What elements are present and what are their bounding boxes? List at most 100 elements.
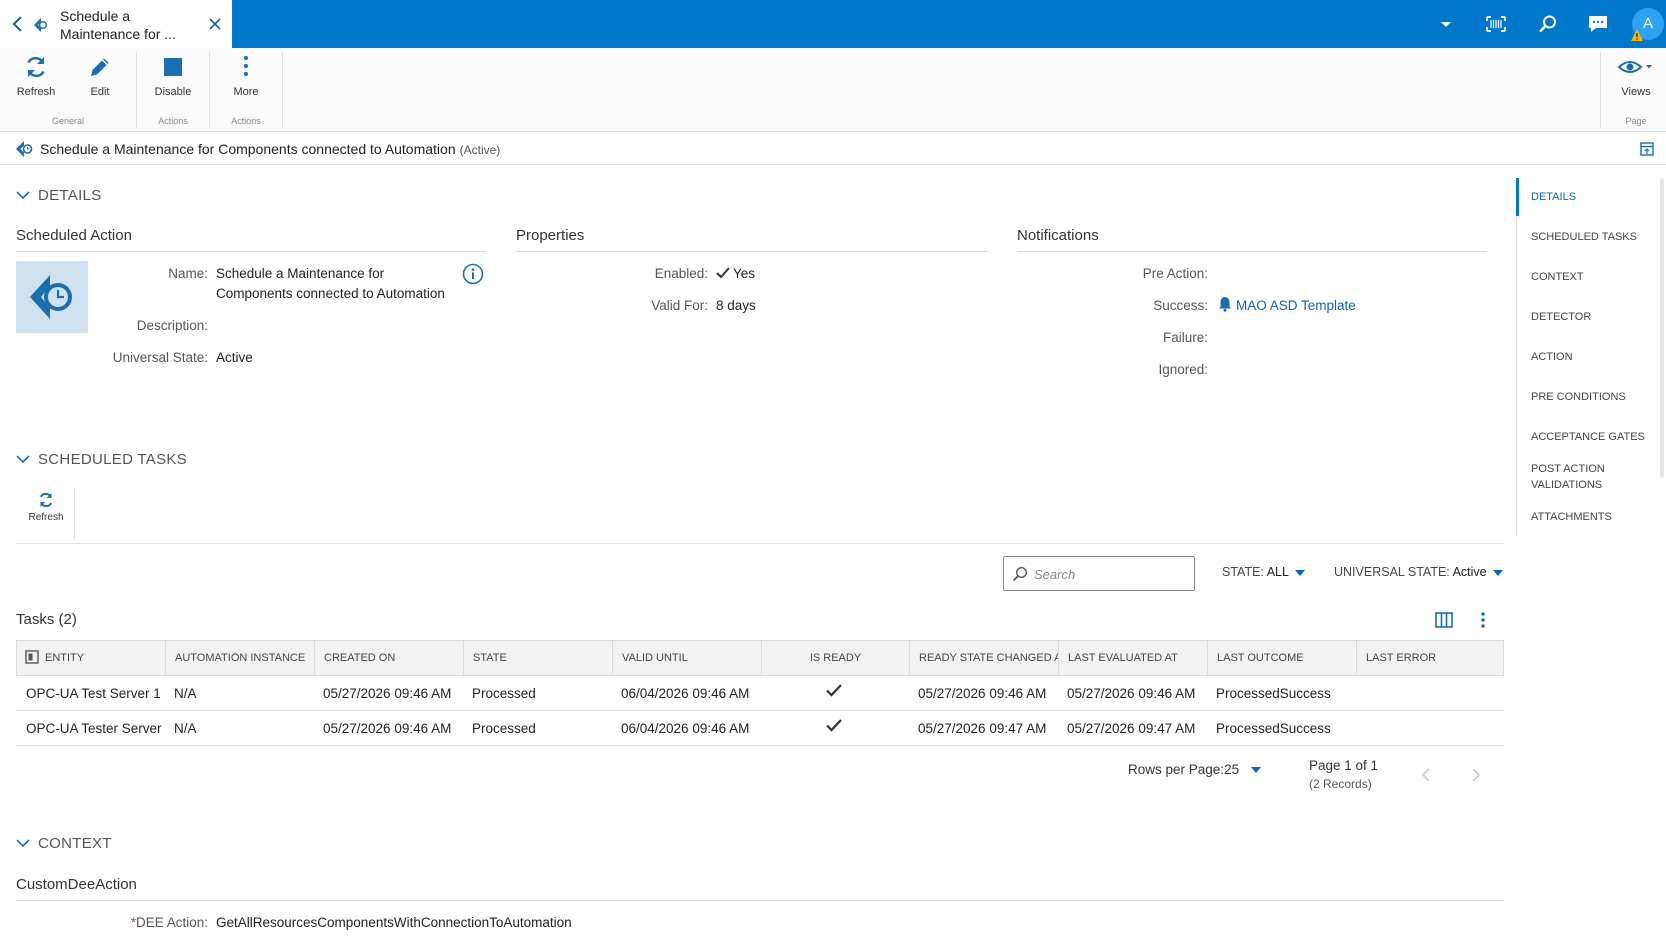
scheduled-action-icon xyxy=(30,275,72,319)
page-info: Page 1 of 1 (2 Records) xyxy=(1309,757,1378,793)
more-vertical-icon xyxy=(244,56,248,76)
divider xyxy=(1017,251,1487,252)
state-filter[interactable]: STATE: ALL xyxy=(1222,565,1305,579)
nav-item-acceptance-gates[interactable]: ACCEPTANCE GATES xyxy=(1531,429,1645,445)
rows-per-page-label: Rows per Page: xyxy=(1128,762,1225,777)
search-input[interactable] xyxy=(1034,563,1184,585)
ribbon-separator xyxy=(209,52,210,128)
section-navigation: DETAILS SCHEDULED TASKS CONTEXT DETECTOR… xyxy=(1516,178,1666,536)
column-header-state[interactable]: STATE xyxy=(463,641,612,675)
entity-thumbnail xyxy=(16,261,88,333)
last-outcome-cell: ProcessedSuccess xyxy=(1216,721,1331,736)
previous-page-icon[interactable] xyxy=(1420,768,1432,782)
info-icon[interactable] xyxy=(462,263,484,285)
table-row[interactable]: OPC-UA Tester Server N/A 05/27/2026 09:4… xyxy=(16,711,1504,746)
table-header: ENTITY AUTOMATION INSTANCE CREATED ON ST… xyxy=(16,640,1504,676)
close-icon[interactable] xyxy=(207,16,223,32)
name-value: Schedule a Maintenance for Components co… xyxy=(216,266,445,301)
chevron-left-icon[interactable] xyxy=(10,14,26,34)
scheduled-tasks-section-header[interactable]: SCHEDULED TASKS xyxy=(16,451,187,468)
column-header-created-on[interactable]: CREATED ON xyxy=(314,641,463,675)
column-header-last-error[interactable]: LAST ERROR xyxy=(1356,641,1503,675)
details-section-header[interactable]: DETAILS xyxy=(16,187,102,204)
nav-scrollbar[interactable] xyxy=(1660,178,1664,478)
chevron-down-icon xyxy=(16,191,30,200)
divider xyxy=(16,900,1504,901)
enabled-value: Yes xyxy=(716,264,755,284)
entity-header: Schedule a Maintenance for Components co… xyxy=(0,132,1666,165)
document-tab[interactable]: Schedule a Maintenance for ... xyxy=(0,0,232,48)
nav-item-details[interactable]: DETAILS xyxy=(1531,189,1576,205)
entity-link[interactable]: OPC-UA Test Server 1 xyxy=(16,676,161,711)
column-header-automation-instance[interactable]: AUTOMATION INSTANCE xyxy=(165,641,314,675)
rows-per-page-select[interactable]: Rows per Page:25 xyxy=(1128,762,1262,777)
nav-item-detector[interactable]: DETECTOR xyxy=(1531,309,1591,325)
nav-item-context[interactable]: CONTEXT xyxy=(1531,269,1584,285)
tasks-title: Tasks (2) xyxy=(16,611,77,628)
automation-instance-cell: N/A xyxy=(174,721,197,736)
edit-button[interactable]: Edit xyxy=(72,54,128,98)
dropdown-caret-icon[interactable] xyxy=(1434,12,1458,36)
details-section-label: DETAILS xyxy=(38,187,102,204)
is-ready-cell xyxy=(760,676,908,711)
failure-label: Failure: xyxy=(1162,330,1208,345)
chat-icon[interactable] xyxy=(1586,12,1610,36)
state-filter-label: STATE: xyxy=(1222,565,1264,579)
last-evaluated-at-cell: 05/27/2026 09:46 AM xyxy=(1067,686,1196,701)
barcode-scanner-icon[interactable] xyxy=(1484,12,1508,36)
scheduled-action-icon xyxy=(34,18,47,32)
search-icon xyxy=(1012,566,1028,582)
views-button[interactable]: Views xyxy=(1608,54,1664,98)
valid-until-cell: 06/04/2026 09:46 AM xyxy=(621,686,750,701)
chevron-down-icon xyxy=(16,455,30,464)
entity-link[interactable]: OPC-UA Tester Server xyxy=(16,711,162,746)
universal-state-filter-value: Active xyxy=(1452,565,1487,579)
page-title: Schedule a Maintenance for Components co… xyxy=(40,141,500,157)
column-header-is-ready[interactable]: IS READY xyxy=(761,641,909,675)
valid-for-label: Valid For: xyxy=(651,298,708,313)
search-icon[interactable] xyxy=(1536,12,1560,36)
last-outcome-cell: ProcessedSuccess xyxy=(1216,686,1331,701)
collapse-panel-icon[interactable] xyxy=(1640,142,1654,156)
nav-item-scheduled-tasks[interactable]: SCHEDULED TASKS xyxy=(1531,229,1637,245)
success-notification-link[interactable]: MAO ASD Template xyxy=(1218,296,1356,316)
context-section-header[interactable]: CONTEXT xyxy=(16,835,112,852)
created-on-cell: 05/27/2026 09:46 AM xyxy=(323,721,452,736)
eye-icon xyxy=(1617,61,1652,73)
column-header-last-outcome[interactable]: LAST OUTCOME xyxy=(1207,641,1356,675)
check-icon xyxy=(826,719,842,732)
rows-per-page-value: 25 xyxy=(1224,762,1240,777)
refresh-label: Refresh xyxy=(16,86,56,98)
universal-state-filter[interactable]: UNIVERSAL STATE: Active xyxy=(1334,565,1503,579)
nav-item-action[interactable]: ACTION xyxy=(1531,349,1573,365)
column-header-entity[interactable]: ENTITY xyxy=(17,641,165,675)
refresh-button[interactable]: Refresh xyxy=(8,54,64,98)
pre-action-label: Pre Action: xyxy=(1142,266,1208,281)
properties-title: Properties xyxy=(516,227,585,244)
more-vertical-icon[interactable] xyxy=(1476,611,1490,629)
more-button[interactable]: More xyxy=(218,54,274,98)
success-label: Success: xyxy=(1153,298,1208,313)
description-label: Description: xyxy=(136,318,208,333)
select-all-icon[interactable] xyxy=(25,650,39,664)
column-header-ready-state-changed-at[interactable]: READY STATE CHANGED AT xyxy=(909,641,1058,675)
column-header-entity-text: ENTITY xyxy=(45,652,85,664)
table-row[interactable]: OPC-UA Test Server 1 N/A 05/27/2026 09:4… xyxy=(16,676,1504,711)
nav-item-post-action-validations[interactable]: POST ACTION VALIDATIONS xyxy=(1531,461,1605,493)
search-box[interactable] xyxy=(1003,556,1195,591)
top-bar: Schedule a Maintenance for ... A xyxy=(0,0,1666,48)
nav-item-attachments[interactable]: ATTACHMENTS xyxy=(1531,509,1612,525)
columns-icon[interactable] xyxy=(1435,611,1453,629)
column-header-valid-until[interactable]: VALID UNTIL xyxy=(612,641,761,675)
next-page-icon[interactable] xyxy=(1470,768,1482,782)
caret-down-icon xyxy=(1492,569,1503,576)
disable-button[interactable]: Disable xyxy=(145,54,201,98)
ribbon-toolbar: Refresh Edit Disable More General Action… xyxy=(0,48,1666,132)
column-header-last-evaluated-at[interactable]: LAST EVALUATED AT xyxy=(1058,641,1207,675)
nav-item-pre-conditions[interactable]: PRE CONDITIONS xyxy=(1531,389,1626,405)
dee-action-label: DEE Action: xyxy=(135,915,208,930)
check-icon xyxy=(826,684,842,697)
refresh-icon xyxy=(39,492,53,508)
ignored-label: Ignored: xyxy=(1158,362,1208,377)
tasks-refresh-button[interactable]: Refresh xyxy=(24,491,68,523)
